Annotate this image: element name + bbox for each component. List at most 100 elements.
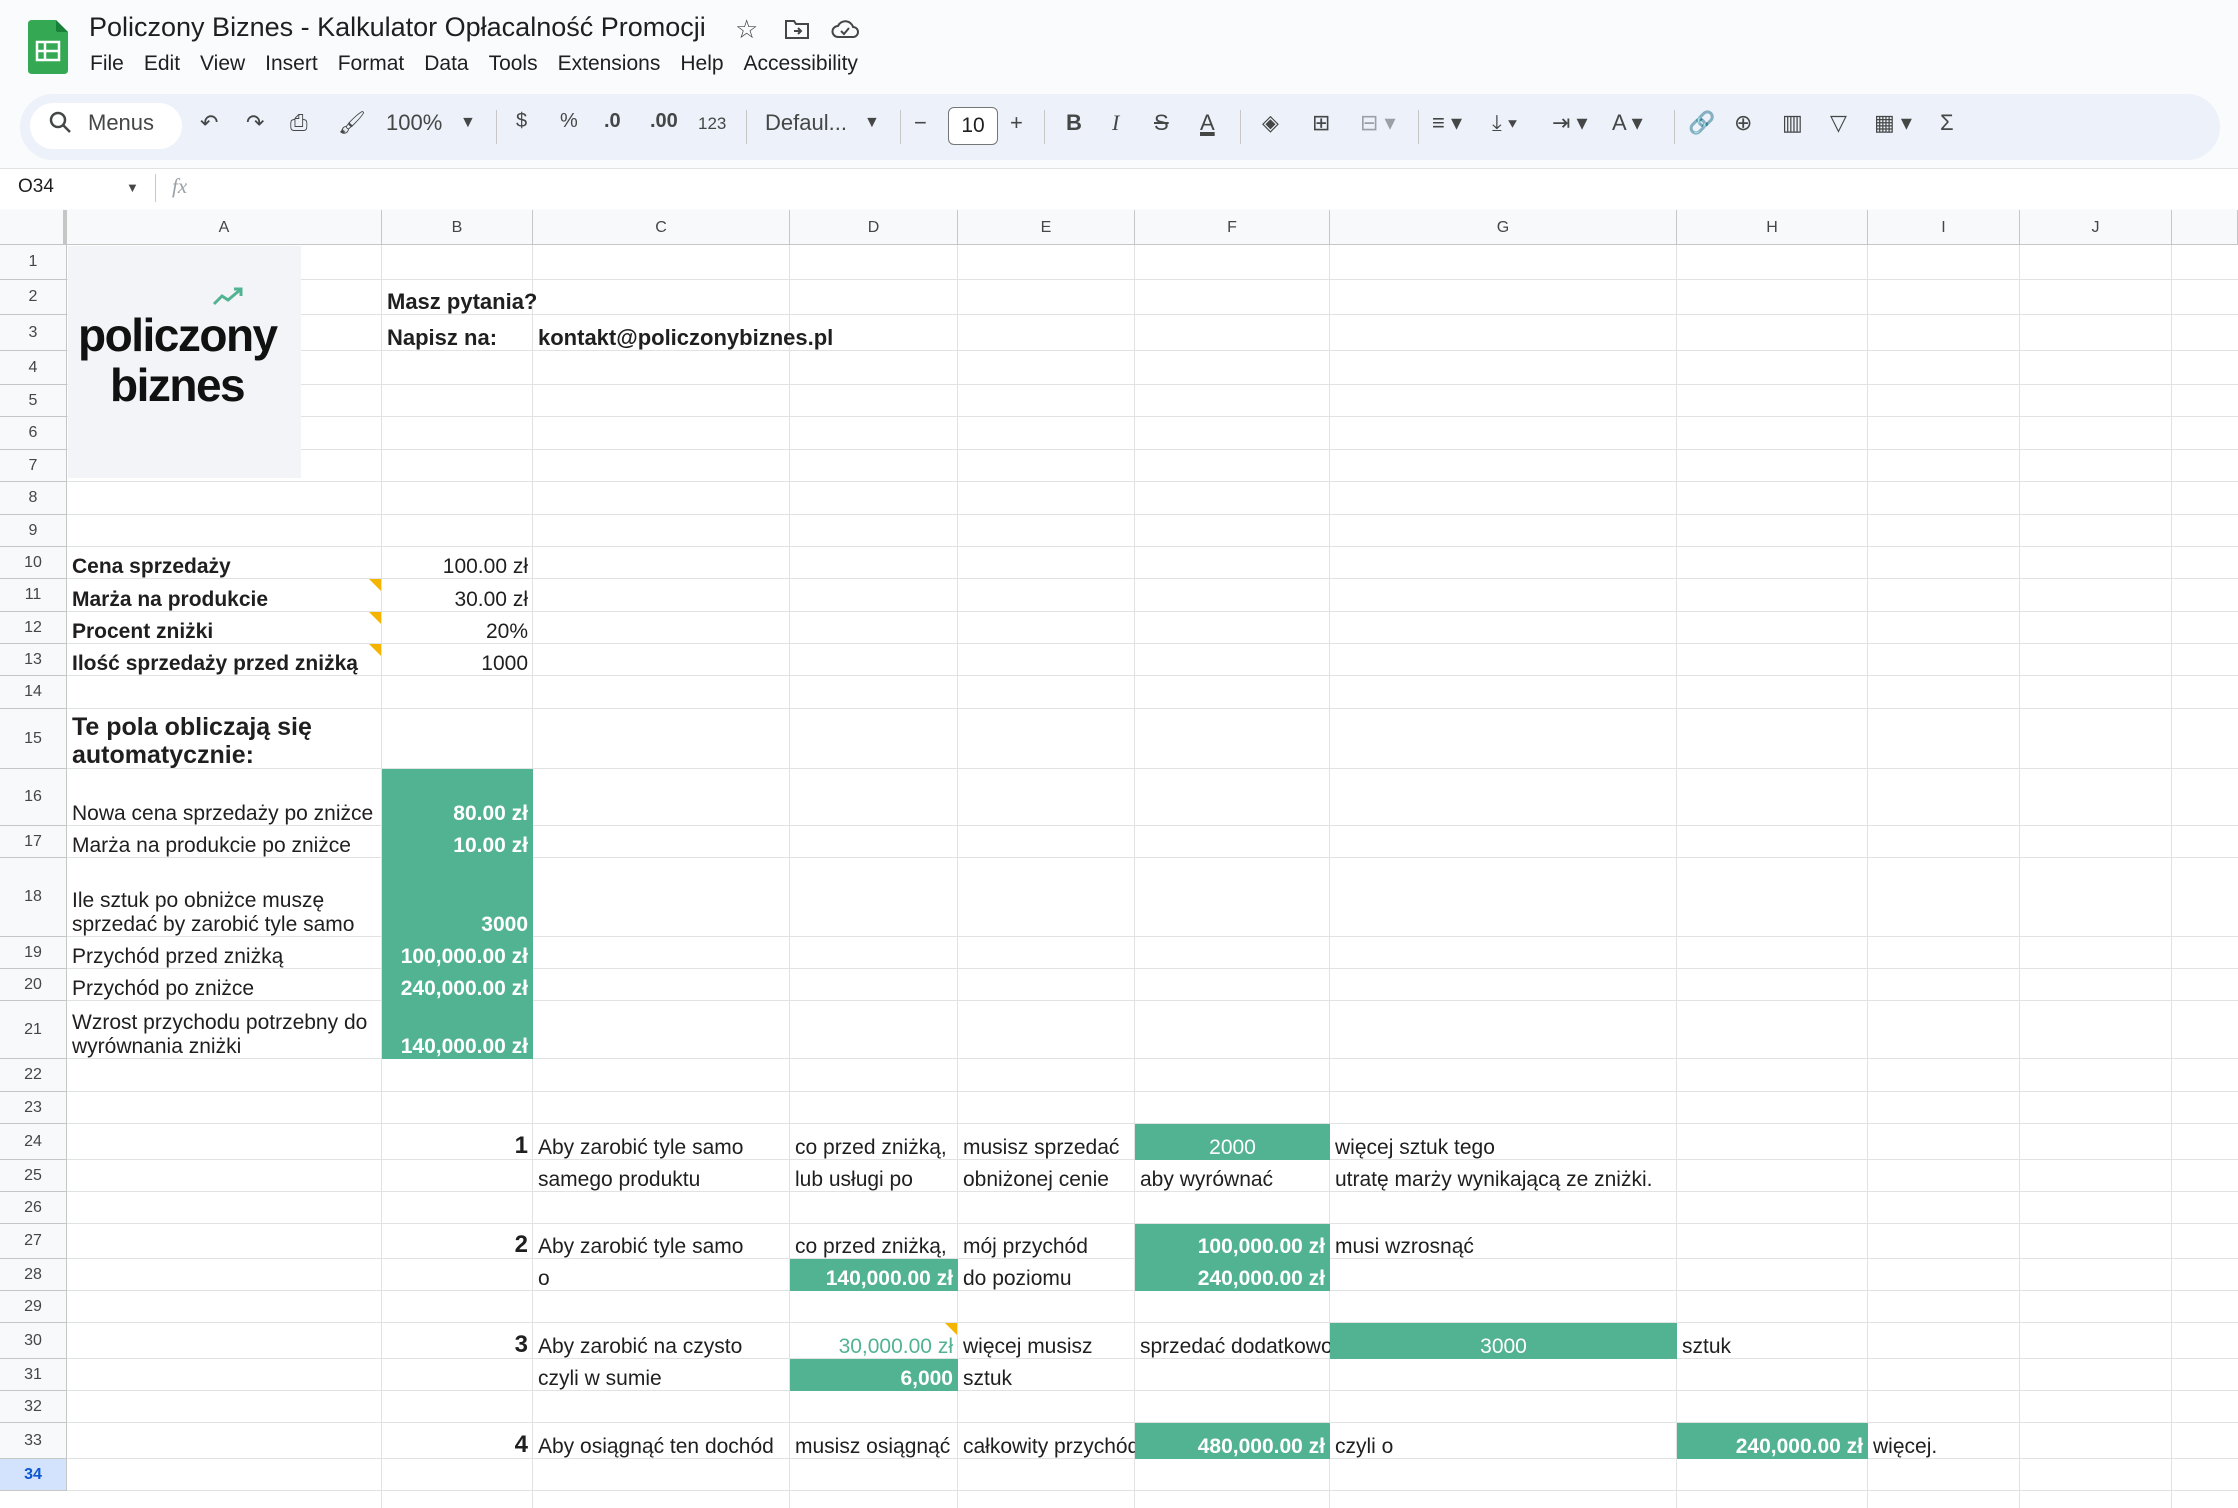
menu-extensions[interactable]: Extensions	[548, 50, 671, 78]
increase-font-size-icon[interactable]: +	[1010, 110, 1023, 136]
increase-decimal-button[interactable]: .00	[650, 110, 678, 133]
cell[interactable]: sztuk	[1677, 1323, 1868, 1359]
row-header[interactable]: 7	[0, 450, 67, 482]
cell[interactable]: aby wyrównać	[1135, 1160, 1330, 1192]
row-header[interactable]: 8	[0, 482, 67, 515]
fill-color-icon[interactable]: ◈	[1262, 110, 1279, 136]
row-header[interactable]: 20	[0, 969, 67, 1001]
menu-view[interactable]: View	[190, 50, 255, 78]
column-header[interactable]: F	[1135, 210, 1330, 245]
section-number[interactable]: 3	[382, 1323, 533, 1359]
cell[interactable]: musi wzrosnąć	[1330, 1224, 1677, 1259]
label-rev-growth[interactable]: Wzrost przychodu potrzebny do wyrównania…	[67, 1001, 382, 1059]
cell[interactable]: więcej sztuk tego	[1330, 1124, 1677, 1160]
vertical-align-icon[interactable]: ⤓ ▾	[1492, 110, 1517, 136]
font-size-input[interactable]: 10	[948, 107, 998, 145]
undo-icon[interactable]: ↶	[200, 110, 218, 136]
section-number[interactable]: 1	[382, 1124, 533, 1160]
contact-email[interactable]: kontakt@policzonybiznes.pl	[533, 315, 1135, 351]
menus-label[interactable]: Menus	[88, 110, 154, 136]
decrease-font-size-icon[interactable]: −	[914, 110, 927, 136]
cloud-status-icon[interactable]	[830, 16, 860, 47]
value-rev-growth[interactable]: 140,000.00 zł	[382, 1001, 533, 1059]
row-header[interactable]: 31	[0, 1359, 67, 1391]
column-header[interactable]: G	[1330, 210, 1677, 245]
row-header[interactable]: 15	[0, 709, 67, 769]
label-rev-before[interactable]: Przychód przed zniżką	[67, 937, 382, 969]
value-total-units[interactable]: 6,000	[790, 1359, 958, 1391]
column-header[interactable]: J	[2020, 210, 2172, 245]
menu-format[interactable]: Format	[328, 50, 415, 78]
cell[interactable]: Aby osiągnąć ten dochód	[533, 1423, 790, 1459]
row-header[interactable]: 10	[0, 547, 67, 579]
input-margin[interactable]: 30.00 zł	[382, 579, 533, 612]
functions-icon[interactable]: Σ	[1940, 110, 1954, 136]
menu-insert[interactable]: Insert	[255, 50, 328, 78]
column-header[interactable]: C	[533, 210, 790, 245]
paint-format-icon[interactable]: 🖌	[338, 110, 366, 136]
menu-tools[interactable]: Tools	[479, 50, 548, 78]
row-header[interactable]: 34	[0, 1459, 67, 1491]
value-extra-units-3[interactable]: 3000	[1330, 1323, 1677, 1359]
cell[interactable]: całkowity przychód	[958, 1423, 1135, 1459]
cell[interactable]: utratę marży wynikającą ze zniżki.	[1330, 1160, 1868, 1192]
row-header[interactable]: 3	[0, 315, 67, 351]
spreadsheet-grid[interactable]: A B C D E F G H I J 1 2 3 4 5 6 7 8 9 10 11 12 13 14 15 16 17 18 19 2…	[0, 210, 2238, 1508]
row-header[interactable]: 16	[0, 769, 67, 826]
row-header[interactable]: 13	[0, 644, 67, 676]
row-header[interactable]: 11	[0, 579, 67, 612]
section-number[interactable]: 2	[382, 1224, 533, 1259]
cell[interactable]: samego produktu	[533, 1160, 790, 1192]
cell[interactable]: Aby zarobić tyle samo	[533, 1224, 790, 1259]
bold-button[interactable]: B	[1066, 110, 1082, 136]
label-qty[interactable]: Ilość sprzedaży przed zniżką	[67, 644, 382, 676]
input-net-profit[interactable]: 30,000.00 zł	[790, 1323, 958, 1359]
cell[interactable]: o	[533, 1259, 790, 1291]
italic-button[interactable]: I	[1112, 110, 1119, 136]
cell[interactable]: czyli w sumie	[533, 1359, 790, 1391]
cell[interactable]: Aby zarobić tyle samo	[533, 1124, 790, 1160]
column-header[interactable]: I	[1868, 210, 2020, 245]
cell[interactable]: więcej.	[1868, 1423, 2020, 1459]
link-icon[interactable]: 🔗	[1688, 110, 1715, 136]
menu-accessibility[interactable]: Accessibility	[734, 50, 868, 78]
label-rev-after[interactable]: Przychód po zniżce	[67, 969, 382, 1001]
row-header[interactable]: 6	[0, 417, 67, 450]
row-header[interactable]: 27	[0, 1224, 67, 1259]
currency-button[interactable]: $	[516, 110, 527, 133]
value-units[interactable]: 3000	[382, 858, 533, 937]
label-price[interactable]: Cena sprzedaży	[67, 547, 382, 579]
strikethrough-icon[interactable]: S	[1154, 110, 1169, 136]
input-discount[interactable]: 20%	[382, 612, 533, 644]
value-rev-after[interactable]: 240,000.00 zł	[382, 969, 533, 1001]
menu-edit[interactable]: Edit	[134, 50, 190, 78]
chevron-down-icon[interactable]: ▼	[460, 114, 476, 132]
cell[interactable]: co przed zniżką,	[790, 1124, 958, 1160]
cell[interactable]: obniżonej cenie	[958, 1160, 1135, 1192]
label-units[interactable]: Ile sztuk po obniżce muszę sprzedać by z…	[67, 858, 382, 937]
value-new-price[interactable]: 80.00 zł	[382, 769, 533, 826]
align-left-icon[interactable]: ≡ ▾	[1432, 110, 1462, 136]
font-select[interactable]: Defaul...	[765, 110, 847, 136]
input-price[interactable]: 100.00 zł	[382, 547, 533, 579]
text-wrap-icon[interactable]: ⇥ ▾	[1552, 110, 1588, 136]
column-header[interactable]: E	[958, 210, 1135, 245]
value-growth-2[interactable]: 140,000.00 zł	[790, 1259, 958, 1291]
value-extra-units[interactable]: 2000	[1135, 1124, 1330, 1160]
cell[interactable]: co przed zniżką,	[790, 1224, 958, 1259]
number-format-button[interactable]: 123	[698, 114, 726, 134]
cell[interactable]: do poziomu	[958, 1259, 1135, 1291]
select-all-corner[interactable]	[0, 210, 67, 245]
row-header[interactable]: 30	[0, 1323, 67, 1359]
column-header[interactable]: H	[1677, 210, 1868, 245]
name-box[interactable]: O34	[18, 176, 54, 198]
value-rev-before-2[interactable]: 100,000.00 zł	[1135, 1224, 1330, 1259]
row-header[interactable]: 12	[0, 612, 67, 644]
cell[interactable]: musisz sprzedać	[958, 1124, 1135, 1160]
filter-icon[interactable]: ▽	[1830, 110, 1847, 136]
cell[interactable]: sztuk	[958, 1359, 1135, 1391]
label-new-price[interactable]: Nowa cena sprzedaży po zniżce	[67, 769, 382, 826]
decrease-decimal-button[interactable]: .0	[604, 110, 621, 133]
row-header[interactable]: 1	[0, 245, 67, 280]
row-header[interactable]: 2	[0, 280, 67, 315]
